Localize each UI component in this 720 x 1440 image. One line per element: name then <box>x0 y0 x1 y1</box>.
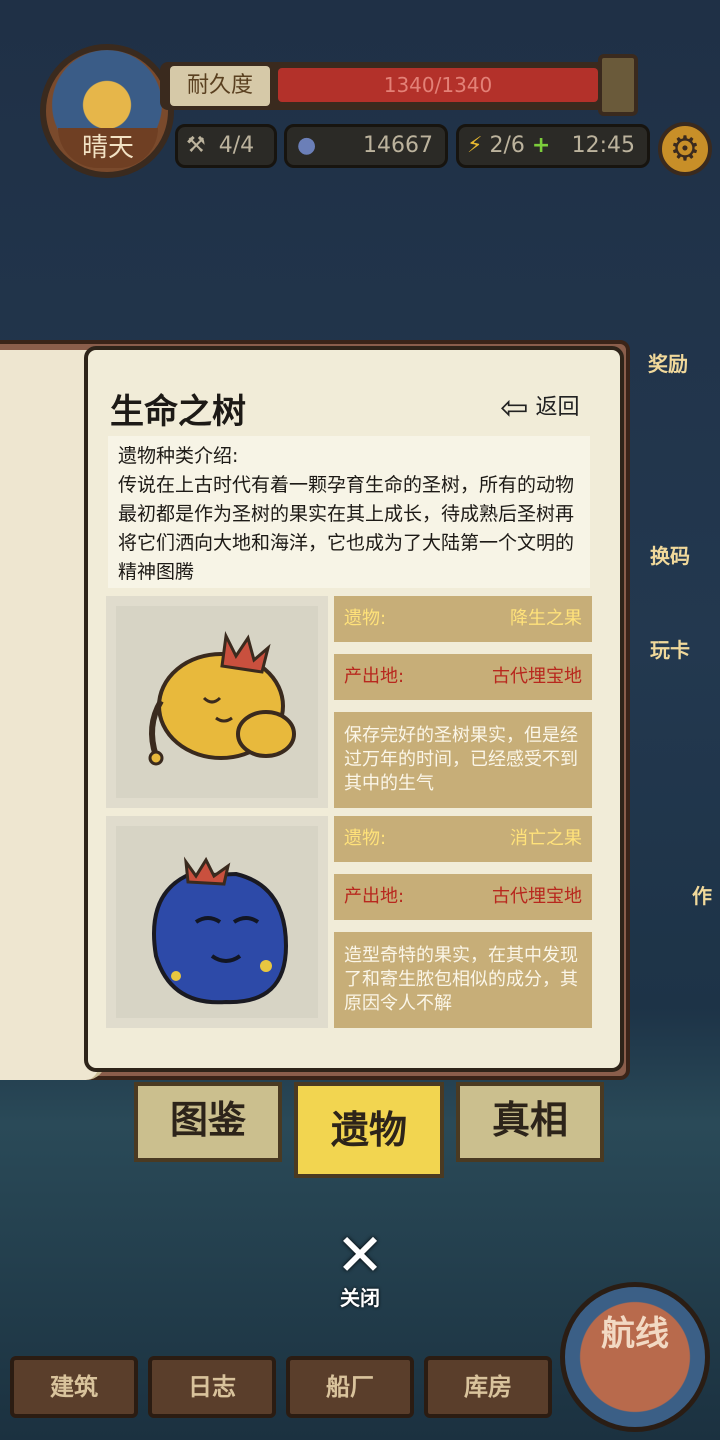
relic-list[interactable]: 遗物: 降生之果 产出地: 古代埋宝地 保存完好的圣树果实，但是经过万年的时间，… <box>106 596 592 1042</box>
energy-timer: 12:45 <box>571 133 635 158</box>
nav-log[interactable]: 日志 <box>148 1356 276 1418</box>
relic-description: 造型奇特的果实，在其中发现了和寄生脓包相似的成分，其原因令人不解 <box>334 932 592 1028</box>
durability-cap <box>598 54 638 116</box>
intro-heading: 遗物种类介绍: <box>118 445 239 467</box>
relic-item[interactable]: 遗物: 消亡之果 产出地: 古代埋宝地 造型奇特的果实，在其中发现了和寄生脓包相… <box>106 816 592 1032</box>
back-arrow-icon: ⇦ <box>500 388 529 428</box>
durability-value: 1340/1340 <box>383 73 493 97</box>
side-card-label[interactable]: 玩卡 <box>650 634 690 663</box>
hammer-icon: ⚒ <box>186 133 206 158</box>
back-button[interactable]: ⇦ 返回 <box>500 388 600 428</box>
relic-name-field: 遗物: 降生之果 <box>334 596 592 642</box>
relic-image-frame <box>106 596 328 808</box>
nav-storehouse[interactable]: 库房 <box>424 1356 552 1418</box>
energy-counter: ⚡ 2/6 + 12:45 <box>456 124 650 168</box>
nav-shipyard[interactable]: 船厂 <box>286 1356 414 1418</box>
nav-build[interactable]: 建筑 <box>10 1356 138 1418</box>
coin-value: 14667 <box>363 133 433 158</box>
origin-value: 古代埋宝地 <box>492 886 582 907</box>
relic-name-field: 遗物: 消亡之果 <box>334 816 592 862</box>
side-reward-label[interactable]: 奖励 <box>648 348 688 377</box>
energy-value: 2/6 <box>489 133 525 158</box>
relic-key: 遗物: <box>344 828 387 849</box>
relic-value: 消亡之果 <box>510 828 582 849</box>
back-label: 返回 <box>535 395 580 420</box>
page-title: 生命之树 <box>110 392 246 432</box>
tab-truth[interactable]: 真相 <box>456 1082 604 1162</box>
origin-key: 产出地: <box>344 886 405 907</box>
tools-value: 4/4 <box>218 133 255 158</box>
tab-atlas[interactable]: 图鉴 <box>134 1082 282 1162</box>
tools-counter: ⚒ 4/4 <box>175 124 277 168</box>
route-button[interactable]: 航线 <box>560 1282 710 1432</box>
birth-fruit-image <box>116 606 318 798</box>
durability-label: 耐久度 <box>170 66 270 106</box>
origin-value: 古代埋宝地 <box>492 666 582 687</box>
relic-description: 保存完好的圣树果实，但是经过万年的时间，已经感受不到其中的生气 <box>334 712 592 808</box>
lightning-icon: ⚡ <box>467 133 483 158</box>
close-icon: ✕ <box>335 1221 385 1289</box>
gear-icon[interactable]: ⚙ <box>658 122 712 176</box>
side-work-label[interactable]: 作 <box>692 880 712 909</box>
origin-field: 产出地: 古代埋宝地 <box>334 654 592 700</box>
coin-counter: ● 14667 <box>284 124 448 168</box>
origin-field: 产出地: 古代埋宝地 <box>334 874 592 920</box>
plus-icon[interactable]: + <box>532 133 550 158</box>
intro-text: 传说在上古时代有着一颗孕育生命的圣树，所有的动物最初都是作为圣树的果实在其上成长… <box>118 474 575 583</box>
death-fruit-image <box>116 826 318 1018</box>
tab-relics[interactable]: 遗物 <box>294 1082 444 1178</box>
origin-key: 产出地: <box>344 666 405 687</box>
relic-image-frame <box>106 816 328 1028</box>
side-exchange-label[interactable]: 换码 <box>650 540 690 569</box>
relic-item[interactable]: 遗物: 降生之果 产出地: 古代埋宝地 保存完好的圣树果实，但是经过万年的时间，… <box>106 596 592 812</box>
relic-value: 降生之果 <box>510 608 582 629</box>
coin-pile-icon: ● <box>297 133 317 158</box>
close-button[interactable]: ✕ 关闭 <box>328 1221 392 1310</box>
relic-key: 遗物: <box>344 608 387 629</box>
intro-panel: 遗物种类介绍: 传说在上古时代有着一颗孕育生命的圣树，所有的动物最初都是作为圣树… <box>108 436 590 588</box>
